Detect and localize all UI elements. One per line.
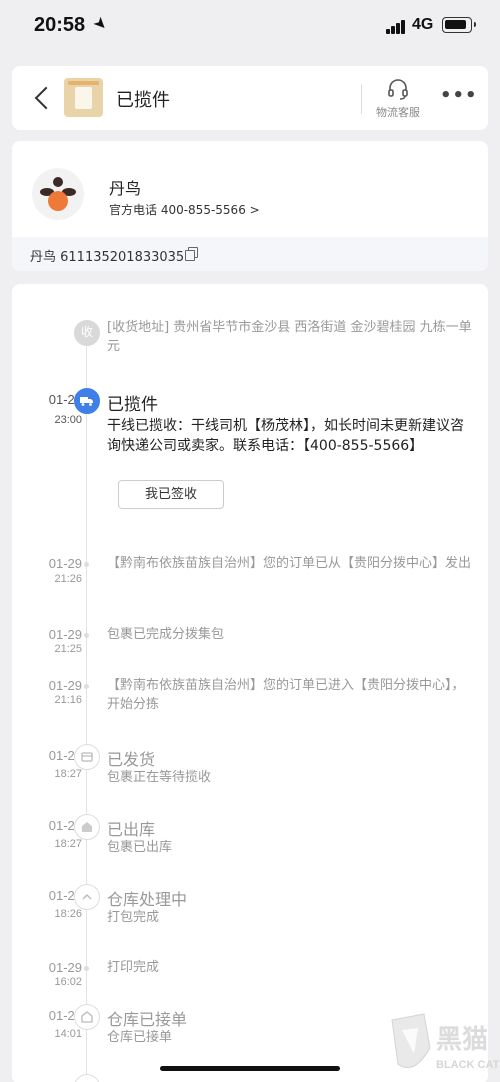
back-button[interactable] <box>30 84 58 112</box>
event-detail: 干线已揽收：干线司机【杨茂林】，如长时间未更新建议咨询快递公司或卖家。联系电话：… <box>107 418 464 454</box>
page-title: 已揽件 <box>116 90 170 111</box>
event-time: 18:26 <box>54 908 82 920</box>
warehouse-out-icon <box>74 814 100 840</box>
event-dot <box>84 966 89 971</box>
event-title: 已出库 <box>107 820 156 839</box>
event-date: 01-29 <box>48 678 82 693</box>
battery-icon <box>442 17 476 33</box>
carrier-phone-link[interactable]: 官方电话 400-855-5566 > <box>109 201 260 218</box>
event-time: 23:00 <box>54 414 82 426</box>
chevron-up-icon <box>74 884 100 910</box>
network-label: 4G <box>412 16 434 33</box>
package-shipped-icon <box>74 744 100 770</box>
event-detail: 【黔南布依族苗族自治州】您的订单已从【贵阳分拨中心】发出 <box>107 556 472 571</box>
status-bar: 20:58 ➤ 4G <box>0 0 500 56</box>
product-thumbnail[interactable] <box>64 78 103 117</box>
carrier-card: 丹鸟 官方电话 400-855-5566 > 丹鸟 61113520183303… <box>12 141 488 271</box>
event-detail: 包裹已出库 <box>107 840 173 855</box>
carrier-name: 丹鸟 <box>109 179 142 198</box>
warehouse-icon <box>74 1004 100 1030</box>
event-date: 01-29 <box>48 627 82 642</box>
svg-text:黑猫: 黑猫 <box>436 1025 488 1055</box>
truck-icon <box>74 388 100 414</box>
event-detail: 【黔南布依族苗族自治州】您的订单已进入【贵阳分拨中心】，开始分拣 <box>107 678 465 712</box>
event-date: 01-29 <box>48 960 82 975</box>
event-time: 21:16 <box>54 694 82 706</box>
event-title: 仓库处理中 <box>107 890 188 909</box>
event-detail: 包裹正在等待揽收 <box>107 770 212 785</box>
event-time: 16:02 <box>54 976 82 988</box>
event-title: 已发货 <box>107 750 156 769</box>
event-detail: 打印完成 <box>107 960 160 975</box>
event-dot <box>84 684 89 689</box>
event-title: 已揽件 <box>107 395 158 415</box>
customer-service-label: 物流客服 <box>376 106 420 119</box>
divider <box>361 84 362 114</box>
event-dot <box>84 562 89 567</box>
confirm-received-button[interactable]: 我已签收 <box>118 480 224 509</box>
svg-text:BLACK CAT: BLACK CAT <box>436 1059 500 1071</box>
event-title: 仓库已接单 <box>107 1010 188 1029</box>
event-time: 21:26 <box>54 573 82 585</box>
event-date: 01-29 <box>48 556 82 571</box>
timeline-node <box>74 1074 100 1082</box>
headset-icon <box>388 79 408 100</box>
event-detail: 打包完成 <box>107 910 160 925</box>
logistics-timeline: 收 [收货地址] 贵州省毕节市金沙县 西洛街道 金沙碧桂园 九栋一单元 01-2… <box>12 284 488 1082</box>
event-time: 21:25 <box>54 643 82 655</box>
timeline-line <box>86 344 87 1082</box>
watermark-logo: 黑猫 BLACK CAT <box>384 1008 500 1082</box>
location-arrow-icon: ➤ <box>89 12 113 35</box>
address-text: [收货地址] 贵州省毕节市金沙县 西洛街道 金沙碧桂园 九栋一单元 <box>107 320 472 354</box>
event-time: 14:01 <box>54 1028 82 1040</box>
event-dot <box>84 633 89 638</box>
event-time: 18:27 <box>54 838 82 850</box>
header-bar: 已揽件 物流客服 ••• <box>12 66 488 130</box>
home-indicator <box>160 1066 340 1071</box>
signal-icon <box>386 20 406 34</box>
status-time: 20:58 <box>34 14 86 36</box>
more-button[interactable]: ••• <box>440 87 477 108</box>
copy-icon[interactable] <box>185 247 198 261</box>
tracking-number-row: 丹鸟 611135201833035 <box>12 237 488 271</box>
receive-node-icon: 收 <box>74 320 100 346</box>
event-detail: 包裹已完成分拨集包 <box>107 627 225 642</box>
tracking-number: 丹鸟 611135201833035 <box>30 250 185 265</box>
event-time: 18:27 <box>54 768 82 780</box>
customer-service-button[interactable]: 物流客服 <box>370 74 426 122</box>
carrier-logo <box>32 168 84 220</box>
